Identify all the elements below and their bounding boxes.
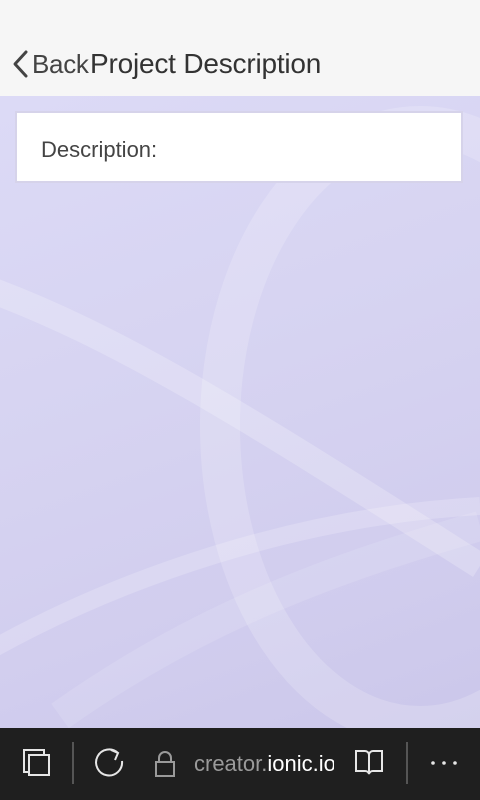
toolbar-divider — [406, 742, 408, 784]
refresh-button[interactable] — [86, 740, 134, 788]
description-label: Description: — [41, 137, 158, 162]
url-text: creator.ionic.io — [194, 751, 334, 777]
address-bar[interactable]: creator.ionic.io — [150, 740, 334, 788]
content-area: Description: — [0, 96, 480, 728]
back-button[interactable]: Back — [10, 46, 89, 82]
chevron-left-icon — [10, 49, 32, 79]
reading-view-icon — [353, 747, 385, 782]
tabs-icon — [20, 746, 52, 783]
refresh-icon — [93, 745, 127, 784]
back-label: Back — [32, 48, 89, 79]
lock-icon — [150, 749, 180, 779]
browser-toolbar: creator.ionic.io — [0, 728, 480, 800]
toolbar-divider — [72, 742, 74, 784]
page-title: Project Description — [90, 48, 322, 79]
reading-view-button[interactable] — [345, 740, 393, 788]
description-card: Description: — [15, 111, 463, 183]
background-swirl — [0, 106, 480, 728]
nav-header: Back Project Description — [0, 0, 480, 96]
tabs-button[interactable] — [12, 740, 60, 788]
app-screen: Back Project Description Description: cr… — [0, 0, 480, 800]
url-domain: ionic.io — [267, 751, 334, 776]
url-prefix: creator. — [194, 751, 268, 776]
more-button[interactable] — [420, 740, 468, 788]
more-icon — [429, 755, 459, 773]
